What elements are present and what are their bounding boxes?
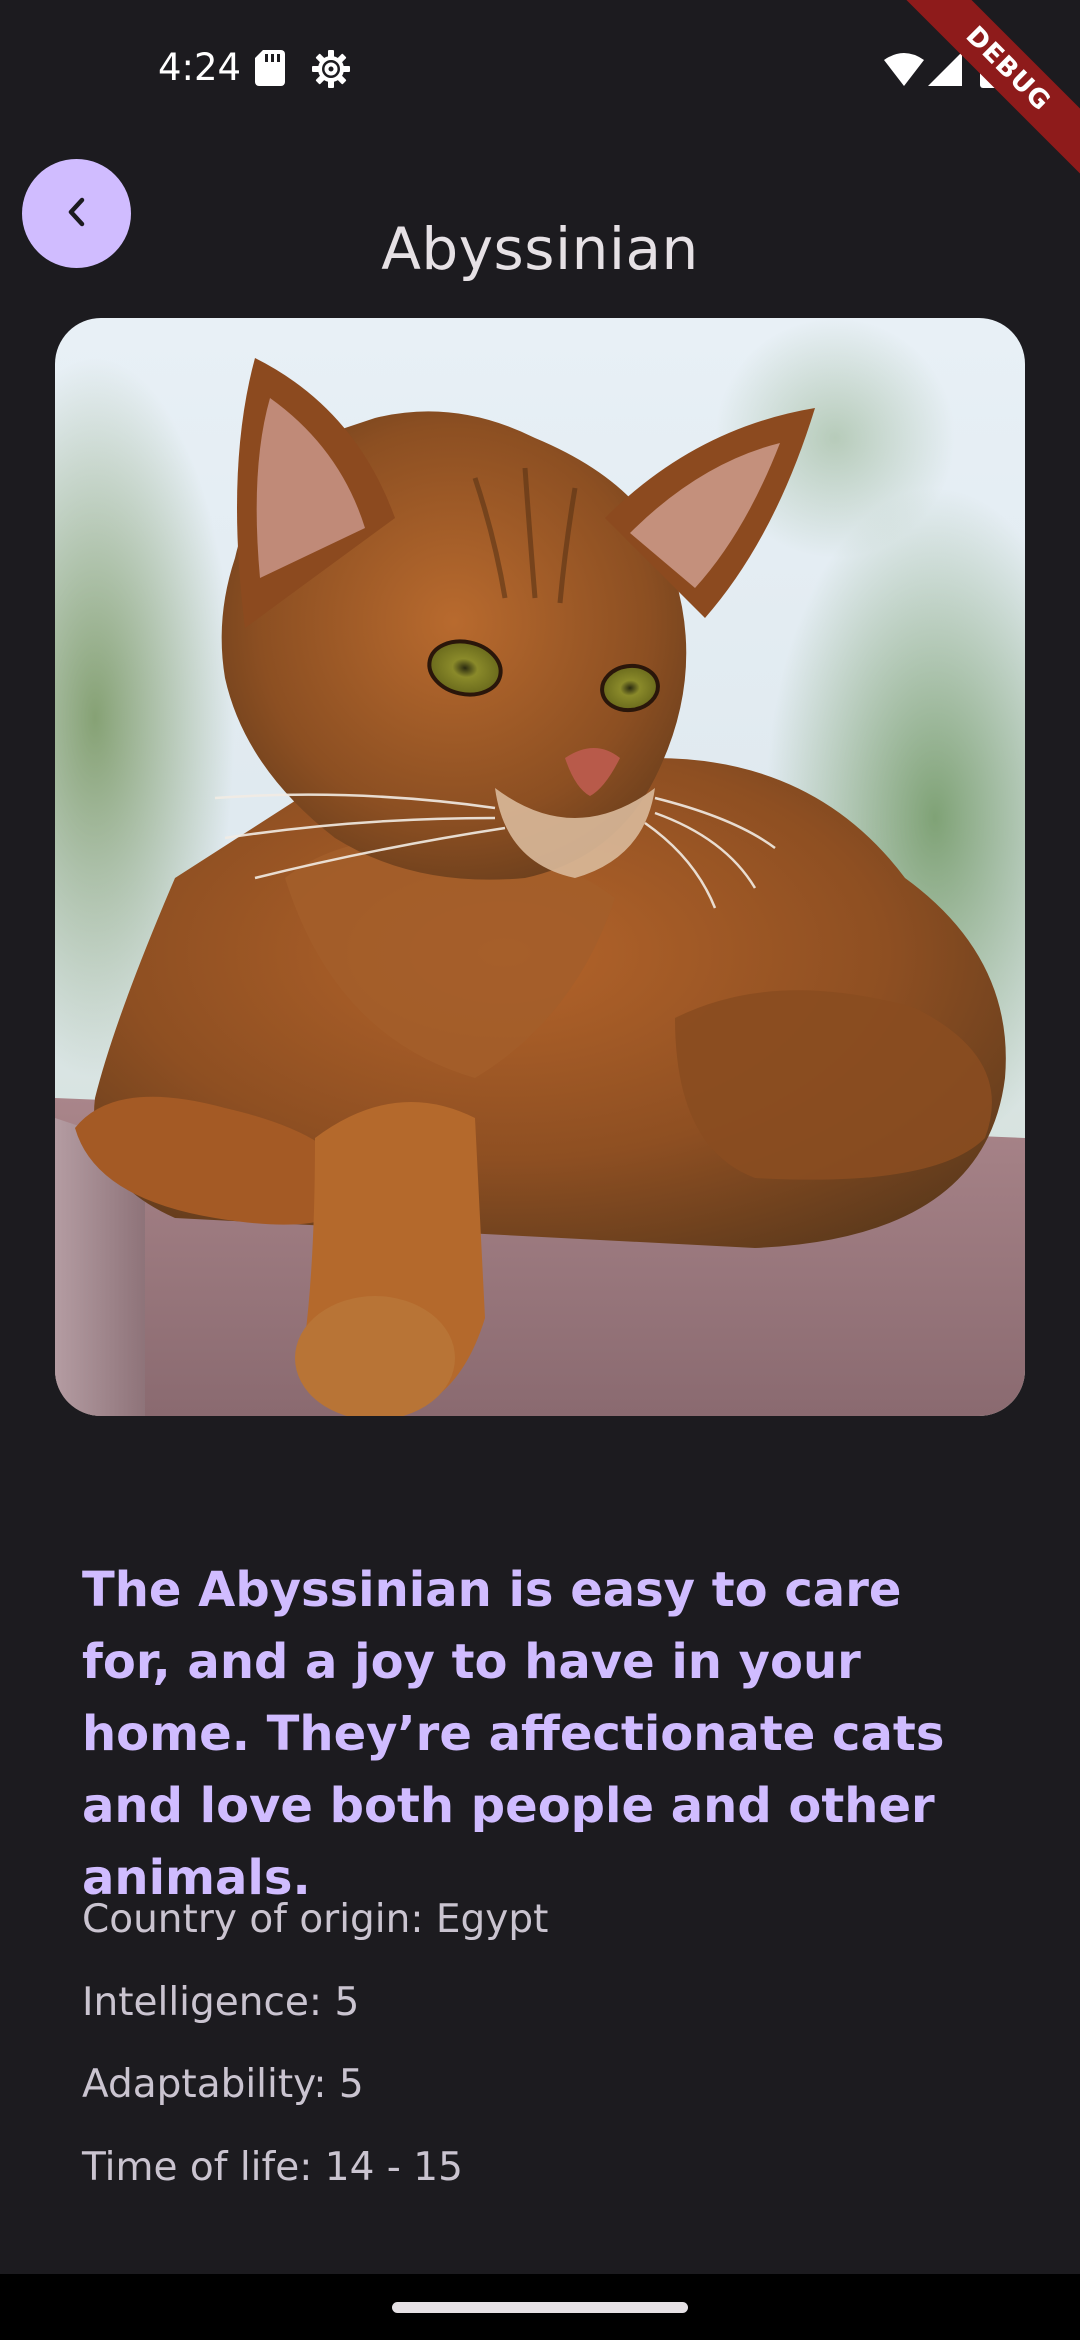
cat-photo [55, 318, 1025, 1416]
country-of-origin: Country of origin: Egypt [82, 1897, 549, 1942]
battery-icon [980, 50, 1002, 92]
system-navigation-bar [0, 2274, 1080, 2340]
settings-gear-icon [311, 49, 351, 93]
adaptability-rating: Adaptability: 5 [82, 2062, 364, 2107]
sd-card-icon [255, 50, 285, 90]
status-bar: 4:24 [0, 0, 1080, 140]
status-time: 4:24 [158, 46, 242, 89]
cat-description: The Abyssinian is easy to care for, and … [82, 1562, 945, 1906]
page-title: Abyssinian [381, 214, 699, 283]
life-span: Time of life: 14 - 15 [82, 2145, 463, 2190]
home-gesture-handle[interactable] [392, 2302, 688, 2313]
wifi-icon [884, 52, 924, 90]
intelligence-rating: Intelligence: 5 [82, 1980, 360, 2025]
cellular-signal-icon [928, 52, 962, 90]
